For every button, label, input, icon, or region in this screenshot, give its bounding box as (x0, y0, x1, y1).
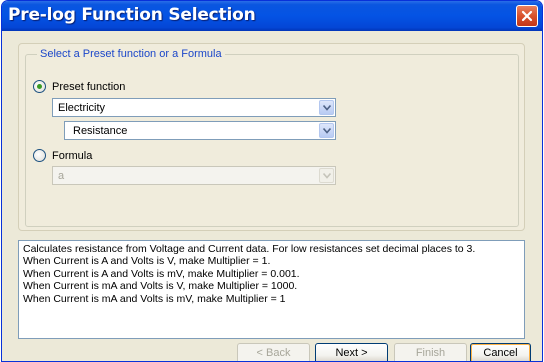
category-dropdown-button[interactable] (319, 100, 334, 115)
chevron-down-icon (323, 173, 331, 179)
description-line: When Current is mA and Volts is V, make … (23, 280, 298, 293)
cancel-button[interactable]: Cancel (470, 343, 531, 361)
dialog-content: Select a Preset function or a Formula Pr… (2, 31, 542, 361)
function-select[interactable]: Resistance (64, 121, 336, 140)
function-dropdown-button[interactable] (319, 123, 334, 138)
category-value: Electricity (58, 102, 106, 114)
next-button[interactable]: Next > (315, 343, 388, 361)
group-legend: Select a Preset function or a Formula (37, 48, 225, 60)
category-select[interactable]: Electricity (52, 98, 336, 117)
title-bar[interactable]: Pre-log Function Selection (2, 1, 542, 31)
radio-button-checked[interactable] (33, 80, 46, 93)
close-icon (521, 10, 533, 22)
formula-dropdown-button (319, 168, 334, 183)
function-description-box: Calculates resistance from Voltage and C… (18, 240, 525, 339)
description-line: Calculates resistance from Voltage and C… (23, 243, 476, 255)
selection-panel: Select a Preset function or a Formula Pr… (18, 43, 525, 231)
chevron-down-icon (323, 128, 331, 134)
description-line: When Current is A and Volts is V, make M… (23, 255, 271, 268)
close-button[interactable] (516, 5, 538, 27)
description-line: When Current is mA and Volts is mV, make… (23, 292, 286, 305)
formula-radio[interactable]: Formula (33, 149, 92, 162)
window-title: Pre-log Function Selection (8, 5, 256, 25)
back-button[interactable]: < Back (237, 343, 310, 361)
preset-function-label: Preset function (52, 80, 126, 93)
formula-label: Formula (52, 149, 93, 162)
description-line: When Current is A and Volts is mV, make … (23, 267, 300, 280)
formula-select: a (52, 166, 336, 185)
function-value: Resistance (73, 125, 128, 137)
chevron-down-icon (323, 105, 331, 111)
dialog-window: Pre-log Function Selection Select a Pres… (1, 0, 543, 362)
radio-button-unchecked[interactable] (33, 149, 46, 162)
finish-button[interactable]: Finish (394, 343, 467, 361)
formula-value: a (58, 170, 65, 182)
preset-function-radio[interactable]: Preset function (33, 80, 125, 93)
